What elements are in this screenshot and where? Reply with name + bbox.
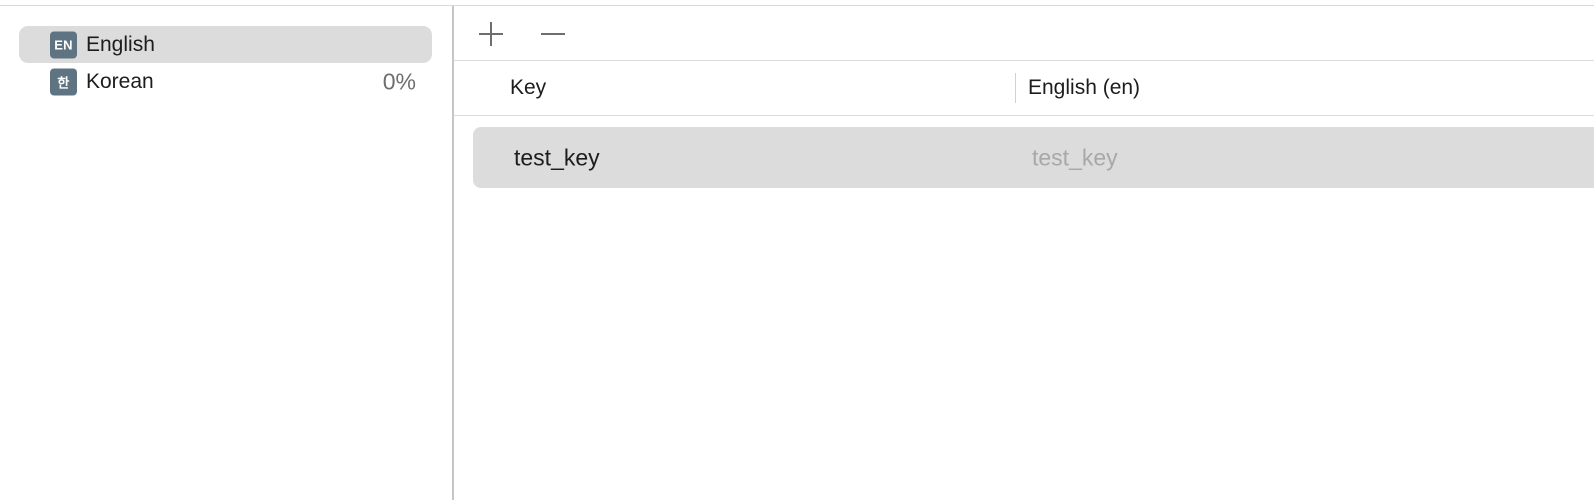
language-sidebar: EN English 한 Korean 0%	[0, 6, 452, 500]
plus-icon	[479, 22, 503, 46]
column-resize-handle[interactable]	[1015, 73, 1016, 103]
language-badge-ko-icon: 한	[50, 68, 77, 95]
key-cell[interactable]: test_key	[514, 144, 600, 171]
strings-table-panel: Key English (en) test_key test_key	[454, 6, 1594, 500]
column-header-key[interactable]: Key	[510, 76, 546, 100]
translation-cell[interactable]: test_key	[1032, 144, 1118, 171]
table-row[interactable]: test_key test_key	[473, 127, 1594, 188]
sidebar-item-label: Korean	[86, 69, 154, 93]
sidebar-item-korean[interactable]: 한 Korean 0%	[19, 63, 432, 100]
translation-progress: 0%	[382, 68, 416, 94]
column-header-english[interactable]: English (en)	[1028, 76, 1140, 100]
remove-key-button[interactable]	[535, 16, 571, 52]
sidebar-item-label: English	[86, 32, 155, 56]
sidebar-item-english[interactable]: EN English	[19, 26, 432, 63]
minus-icon	[541, 33, 565, 35]
toolbar-divider	[454, 60, 1594, 61]
language-badge-en-icon: EN	[50, 31, 77, 58]
add-key-button[interactable]	[473, 16, 509, 52]
localization-editor-window: EN English 한 Korean 0% Key English (en)	[0, 0, 1594, 500]
header-divider	[454, 115, 1594, 116]
